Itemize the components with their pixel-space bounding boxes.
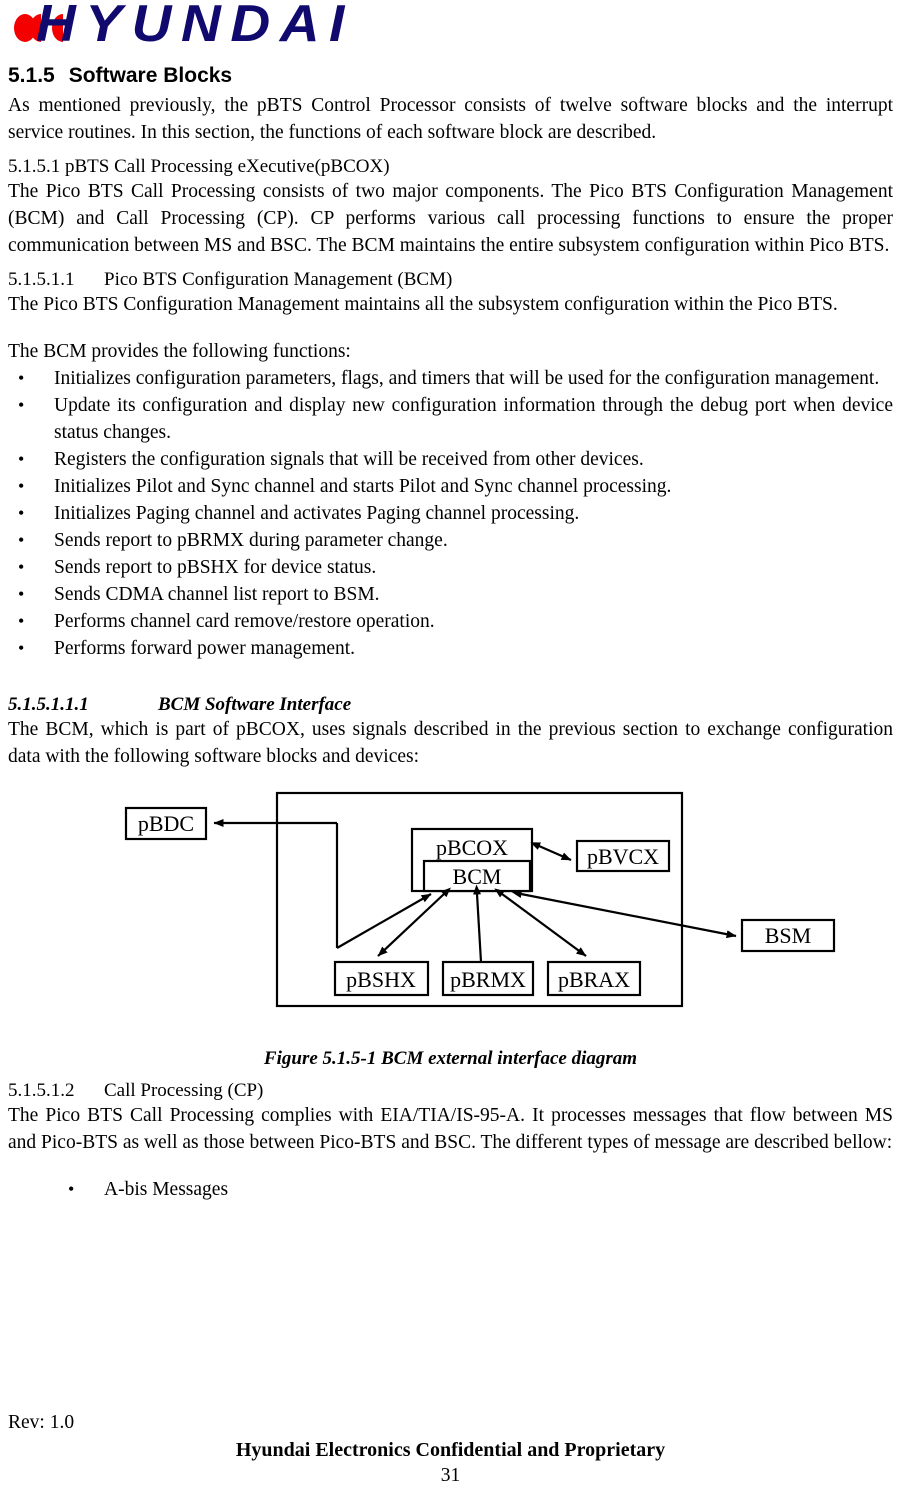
heading-bcm: 5.1.5.1.1 Pico BTS Configuration Manageme… [8,269,893,291]
paragraph-cp: The Pico BTS Call Processing complies wi… [8,1105,893,1153]
node-pbshx-label: pBSHX [346,967,416,992]
hyundai-logo: HYUNDAI [14,0,893,56]
arrow-bcm-bsm [511,890,737,939]
list-item: Registers the configuration signals that… [8,446,893,473]
paragraph-pbcox: The Pico BTS Call Processing consists of… [8,181,893,256]
node-pbrax-label: pBRAX [558,967,630,992]
heading-number-515111: 5.1.5.1.1.1 [8,694,89,715]
paragraph-bcm-sw-interface: The BCM, which is part of pBCOX, uses si… [8,719,893,767]
heading-software-blocks: 5.1.5 Software Blocks [8,64,893,88]
heading-title: Software Blocks [68,64,233,87]
heading-number-51511: 5.1.5.1.1 [8,269,75,290]
revision-label: Rev: 1.0 [8,1412,75,1433]
arrow-pbcox-pbvcx [530,842,572,862]
figure-caption: Figure 5.1.5-1 BCM external interface di… [263,1048,638,1069]
page-footer: Rev: 1.0 Hyundai Electronics Confidentia… [0,1410,901,1488]
list-item: A-bis Messages [8,1176,893,1203]
list-item: Update its configuration and display new… [8,392,893,446]
vertical-spacer [8,318,893,338]
node-pbdc-label: pBDC [138,811,194,836]
node-pbvcx-label: pBVCX [587,844,659,869]
heading-number-51512: 5.1.5.1.2 [8,1080,75,1101]
arrow-routing-to-bcm [336,893,432,949]
heading-bcm-software-interface: 5.1.5.1.1.1 BCM Software Interface [8,694,893,716]
heading-title-515111: BCM Software Interface [158,694,352,715]
list-item: Initializes configuration parameters, fl… [8,365,893,392]
paragraph-bcm-functions-lead: The BCM provides the following functions… [8,341,351,362]
page-number: 31 [440,1465,461,1486]
cp-messages-list: A-bis Messages [8,1176,893,1203]
arrow-bcm-pbshx [377,887,451,957]
heading-pbcox: 5.1.5.1 pBTS Call Processing eXecutive(p… [8,156,390,177]
line-bcm-pbrmx [473,884,483,963]
heading-title-51511: Pico BTS Configuration Management (BCM) [104,269,453,290]
node-pbrmx-label: pBRMX [450,967,526,992]
list-item: Initializes Pilot and Sync channel and s… [8,473,893,500]
list-item: Sends report to pBSHX for device status. [8,554,893,581]
list-item: Sends CDMA channel list report to BSM. [8,581,893,608]
node-bcm-label: BCM [453,864,502,889]
vertical-spacer [8,1156,893,1176]
confidentiality-notice: Hyundai Electronics Confidential and Pro… [235,1439,666,1461]
list-item: Performs forward power management. [8,635,893,662]
heading-call-processing: 5.1.5.1.2 Call Processing (CP) [8,1080,893,1102]
document-page: HYUNDAI 5.1.5 Software Blocks As mentione… [0,0,901,1494]
logo-wordmark: HYUNDAI [36,0,354,53]
paragraph-intro: As mentioned previously, the pBTS Contro… [8,95,893,143]
list-item: Performs channel card remove/restore ope… [8,608,893,635]
list-item: Sends report to pBRMX during parameter c… [8,527,893,554]
bcm-functions-list: Initializes configuration parameters, fl… [8,365,893,662]
heading-title-51512: Call Processing (CP) [104,1080,264,1101]
list-item: Initializes Paging channel and activates… [8,500,893,527]
vertical-spacer [8,662,893,682]
paragraph-bcm-intro: The Pico BTS Configuration Management ma… [8,294,838,315]
node-bsm-label: BSM [765,923,811,948]
bcm-interface-diagram: pBCOX BCM pBDC pBVCX BSM pBSHX pBRMX pBR… [8,782,893,1032]
heading-number: 5.1.5 [8,64,55,87]
node-pbcox-label: pBCOX [436,835,508,860]
